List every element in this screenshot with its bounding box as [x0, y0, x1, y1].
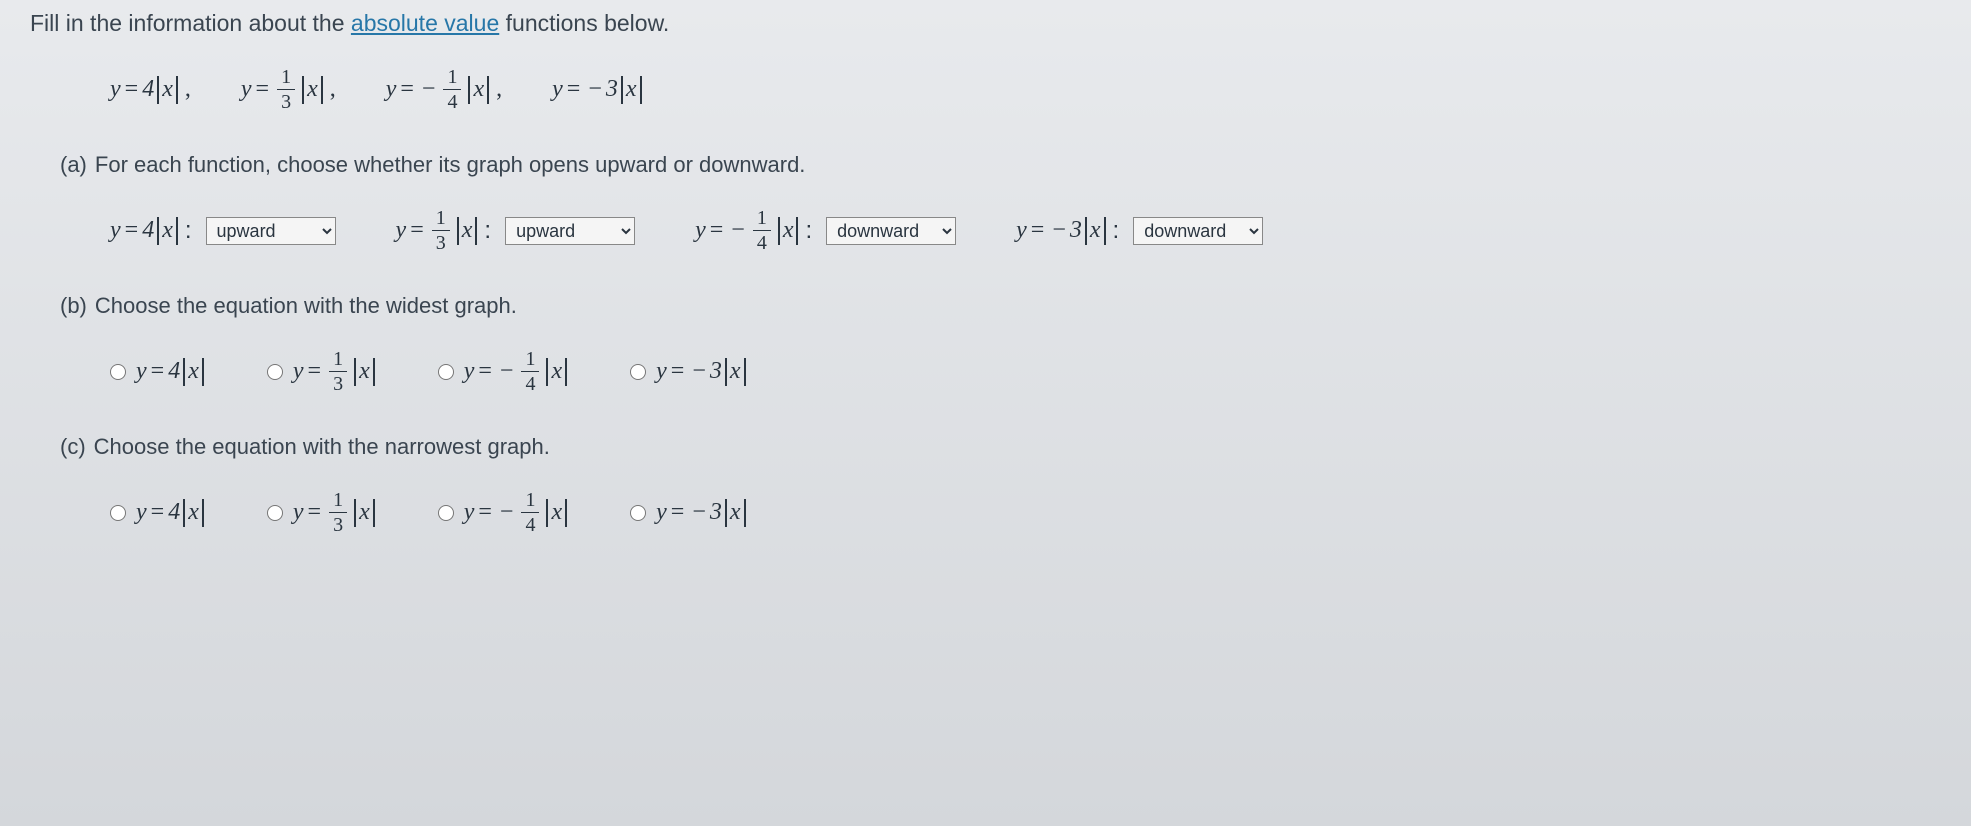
dropdown-expr-1: y=4x:: [110, 217, 198, 245]
function-3: y=−14x,: [386, 67, 502, 112]
radio-c-3[interactable]: y=−14x: [438, 490, 570, 535]
part-c-label: (c) Choose the equation with the narrowes…: [60, 434, 1941, 460]
radio-expr-c-2: y=13x: [293, 490, 378, 535]
radio-expr-c-3: y=−14x: [464, 490, 570, 535]
part-c-radios: y=4x y=13x y=−14x y=−3x: [110, 490, 1941, 535]
radio-c-1[interactable]: y=4x: [110, 499, 207, 527]
part-c-letter: (c): [60, 434, 86, 459]
part-b-text: Choose the equation with the widest grap…: [95, 293, 517, 318]
radio-input-c-1[interactable]: [110, 505, 126, 521]
part-b-radios: y=4x y=13x y=−14x y=−3x: [110, 349, 1941, 394]
radio-b-1[interactable]: y=4x: [110, 358, 207, 386]
part-b-label: (b) Choose the equation with the widest g…: [60, 293, 1941, 319]
radio-input-c-4[interactable]: [630, 505, 646, 521]
direction-select-2[interactable]: upward: [505, 217, 635, 245]
functions-display-row: y=4x, y=13x, y=−14x, y=−3x: [110, 67, 1941, 112]
radio-b-4[interactable]: y=−3x: [630, 358, 748, 386]
dropdown-item-1: y=4x: upward: [110, 217, 336, 245]
direction-select-1[interactable]: upward: [206, 217, 336, 245]
absolute-value-link[interactable]: absolute value: [351, 10, 499, 36]
intro-text: Fill in the information about the absolu…: [30, 10, 1941, 37]
part-a-text: For each function, choose whether its gr…: [95, 152, 806, 177]
intro-prefix: Fill in the information about the: [30, 10, 351, 36]
part-a-letter: (a): [60, 152, 87, 177]
dropdown-item-4: y=−3x: downward: [1016, 217, 1263, 245]
dropdown-expr-3: y=−14x:: [695, 208, 818, 253]
intro-suffix: functions below.: [499, 10, 669, 36]
dropdown-item-3: y=−14x: downward: [695, 208, 956, 253]
radio-c-2[interactable]: y=13x: [267, 490, 378, 535]
dropdown-expr-2: y=13x:: [396, 208, 498, 253]
radio-expr-b-4: y=−3x: [656, 358, 748, 386]
dropdown-expr-4: y=−3x:: [1016, 217, 1125, 245]
function-4: y=−3x: [552, 76, 644, 104]
radio-expr-c-4: y=−3x: [656, 499, 748, 527]
direction-select-3[interactable]: downward: [826, 217, 956, 245]
part-a-dropdowns: y=4x: upward y=13x: upward y=−14x: downw…: [110, 208, 1941, 253]
function-1: y=4x,: [110, 76, 191, 104]
radio-input-c-3[interactable]: [438, 505, 454, 521]
radio-input-b-3[interactable]: [438, 364, 454, 380]
part-c-text: Choose the equation with the narrowest g…: [94, 434, 550, 459]
radio-expr-c-1: y=4x: [136, 499, 207, 527]
part-b-letter: (b): [60, 293, 87, 318]
direction-select-4[interactable]: downward: [1133, 217, 1263, 245]
radio-input-c-2[interactable]: [267, 505, 283, 521]
radio-expr-b-1: y=4x: [136, 358, 207, 386]
part-a-label: (a) For each function, choose whether its…: [60, 152, 1941, 178]
radio-b-2[interactable]: y=13x: [267, 349, 378, 394]
radio-expr-b-2: y=13x: [293, 349, 378, 394]
dropdown-item-2: y=13x: upward: [396, 208, 636, 253]
radio-expr-b-3: y=−14x: [464, 349, 570, 394]
radio-input-b-1[interactable]: [110, 364, 126, 380]
radio-input-b-4[interactable]: [630, 364, 646, 380]
function-2: y=13x,: [241, 67, 336, 112]
radio-input-b-2[interactable]: [267, 364, 283, 380]
radio-b-3[interactable]: y=−14x: [438, 349, 570, 394]
radio-c-4[interactable]: y=−3x: [630, 499, 748, 527]
